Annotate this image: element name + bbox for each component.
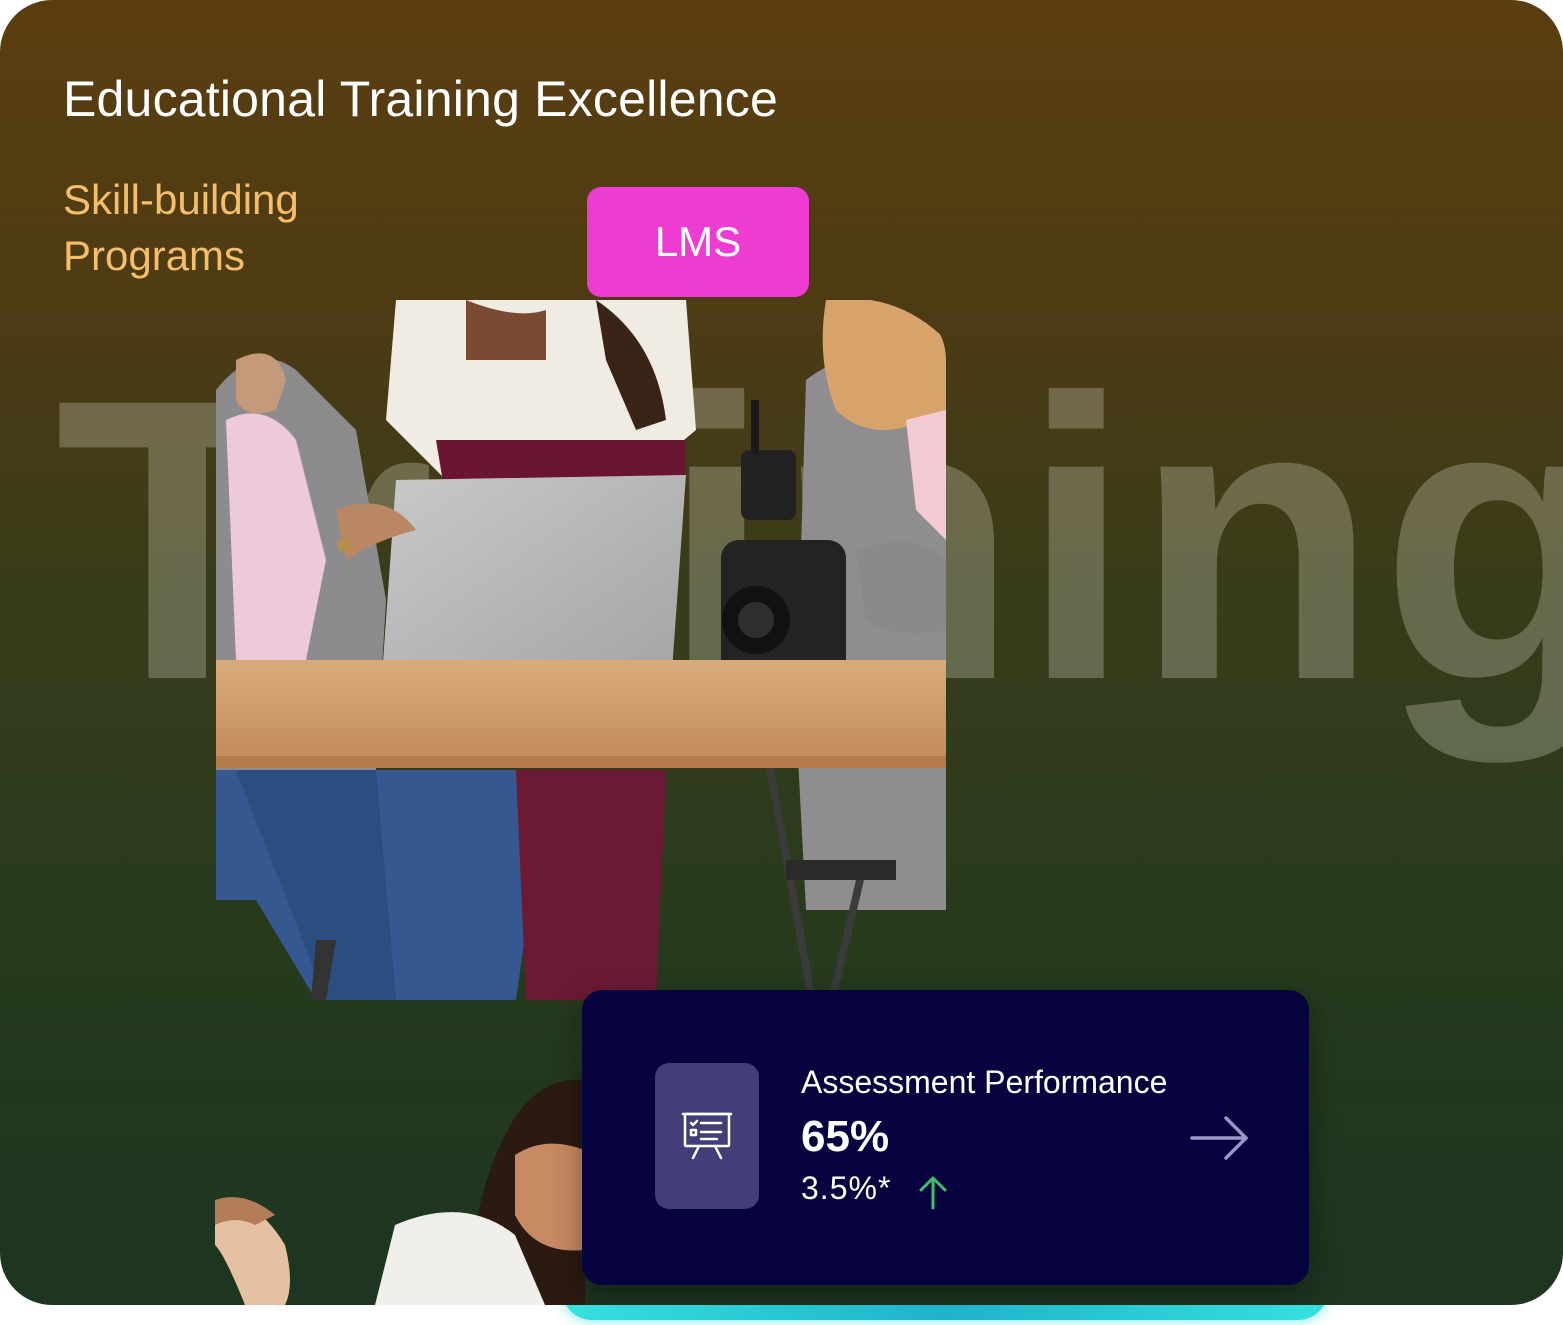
team-meeting-photo <box>216 300 946 1000</box>
metric-details-button[interactable] <box>1188 1112 1252 1164</box>
metric-label: Assessment Performance <box>801 1064 1168 1100</box>
assessment-performance-card[interactable]: Assessment Performance 65% 3.5%* <box>582 990 1309 1285</box>
presentation-board-icon <box>655 1063 759 1209</box>
arrow-right-icon <box>1190 1116 1248 1160</box>
hero-card: Educational Training Excellence Skill-bu… <box>0 0 1563 1305</box>
lms-badge-button[interactable]: LMS <box>587 187 809 297</box>
metric-change: 3.5%* <box>801 1170 892 1206</box>
arrow-up-icon <box>919 1176 947 1210</box>
page-subtitle: Skill-building Programs <box>63 176 299 279</box>
page-title: Educational Training Excellence <box>63 71 778 127</box>
metric-value: 65% <box>801 1112 890 1161</box>
